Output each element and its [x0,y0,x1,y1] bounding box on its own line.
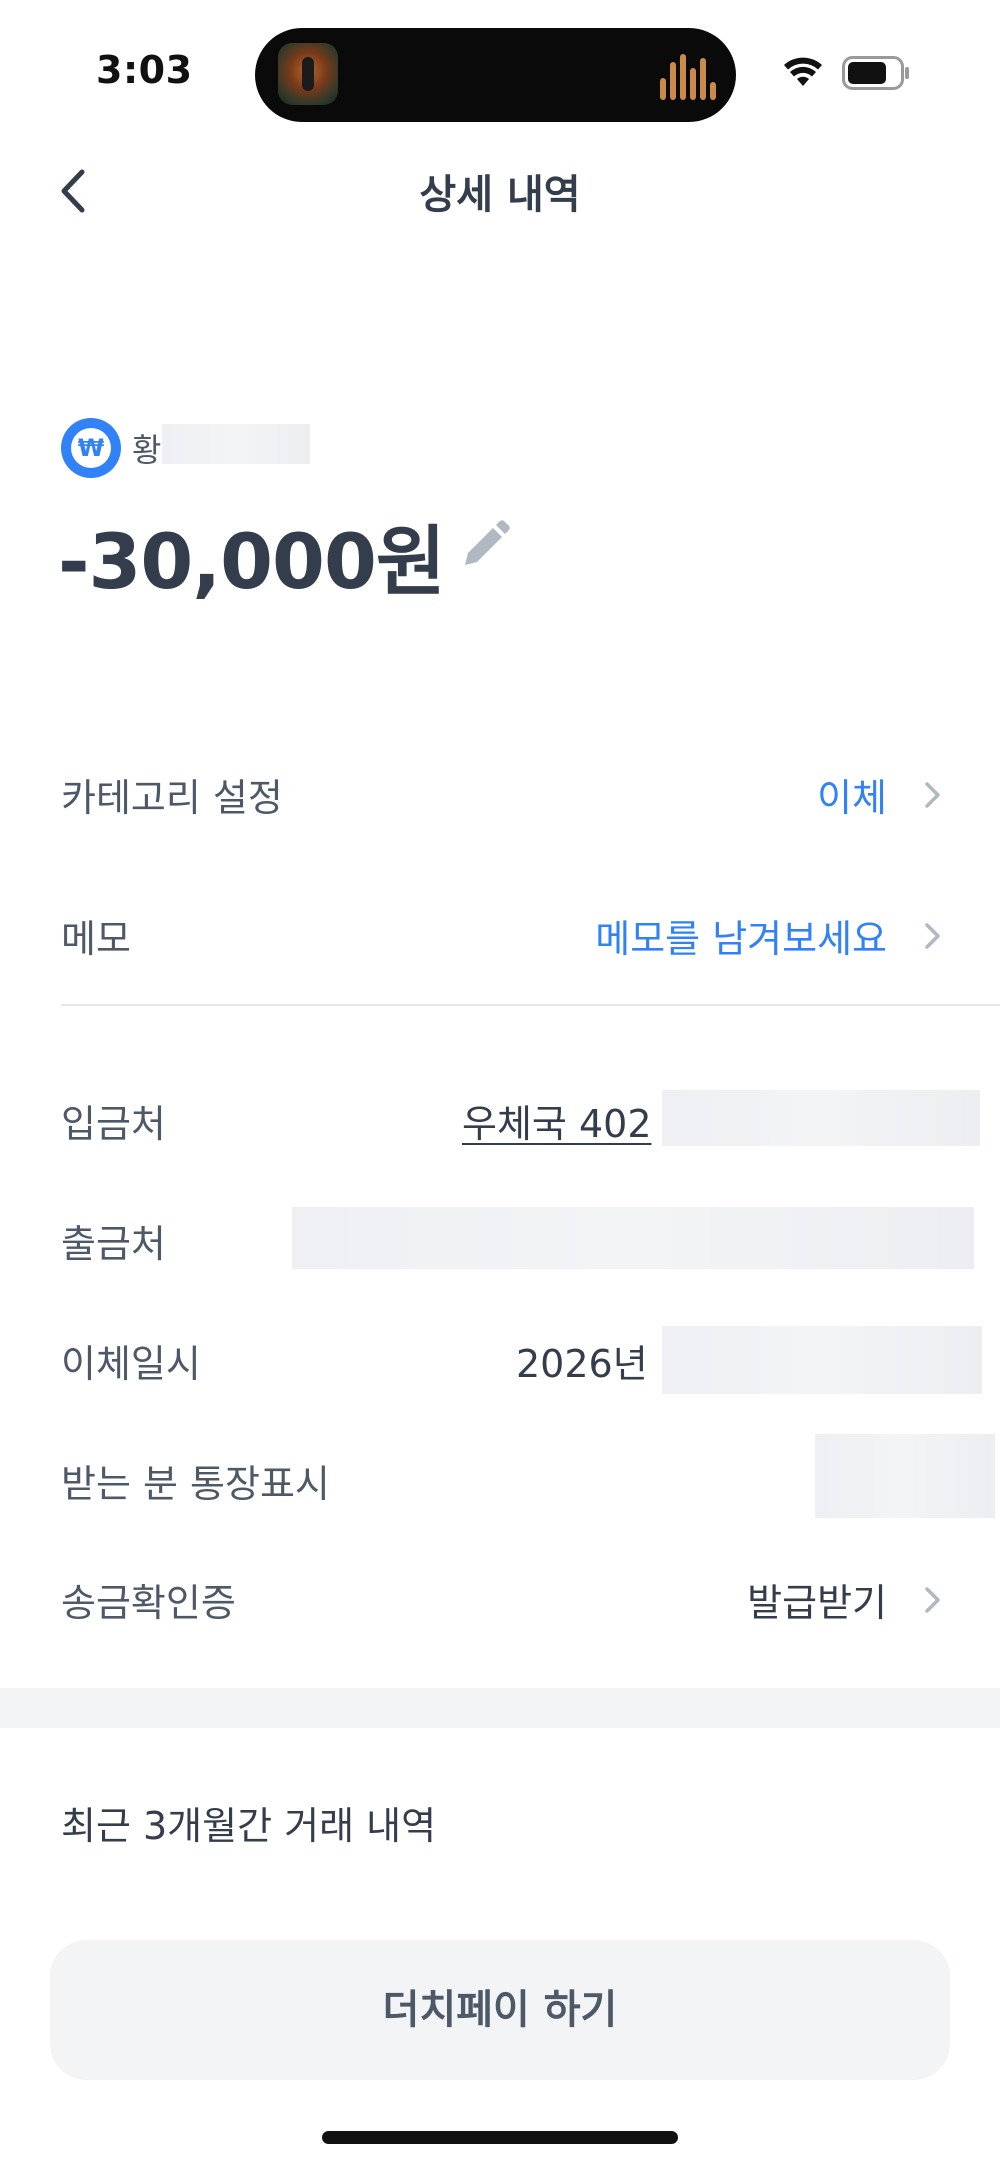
home-indicator [322,2131,678,2144]
redacted-datetime [662,1326,982,1394]
chevron-right-icon [925,782,940,808]
redacted-deposit-account [662,1090,980,1146]
dutch-pay-label: 더치페이 하기 [382,1987,618,2033]
redacted-account-name [162,424,310,464]
category-row[interactable]: 카테고리 설정 이체 [0,755,1000,835]
category-label: 카테고리 설정 [61,776,283,820]
audio-waveform-icon [660,52,716,100]
dutch-pay-button[interactable]: 더치페이 하기 [50,1940,950,2080]
redacted-withdraw-account [292,1207,974,1269]
redacted-recipient-display [815,1434,995,1518]
bank-logo-icon: ₩ [61,418,121,478]
pencil-icon[interactable] [455,515,515,575]
confirmation-label: 송금확인증 [61,1581,236,1625]
account-name: 황 [132,431,162,469]
wifi-icon [784,57,822,86]
history-title[interactable]: 최근 3개월간 거래 내역 [61,1795,436,1850]
chevron-right-icon [925,923,940,949]
category-value: 이체 [817,776,887,820]
transfer-datetime-label: 이체일시 [61,1342,201,1386]
transaction-amount: -30,000원 [58,517,446,606]
memo-label: 메모 [61,917,131,961]
memo-value: 메모를 남겨보세요 [595,917,887,961]
page-title: 상세 내역 [419,172,581,218]
confirmation-row[interactable]: 송금확인증 발급받기 [0,1560,1000,1640]
battery-icon [842,56,909,90]
deposit-to-account-link[interactable]: 우체국 402 [462,1093,652,1148]
confirmation-value: 발급받기 [747,1581,887,1625]
won-symbol: ₩ [77,434,105,462]
section-separator [0,1688,1000,1728]
recipient-display-label: 받는 분 통장표시 [61,1462,330,1506]
status-time: 3:03 [96,48,193,92]
now-playing-artwork [278,43,338,105]
memo-row[interactable]: 메모 메모를 남겨보세요 [0,896,1000,976]
divider [61,1004,1000,1006]
chevron-right-icon [925,1587,940,1613]
withdraw-from-label: 출금처 [61,1222,166,1266]
dynamic-island [255,28,736,122]
deposit-to-label: 입금처 [61,1102,166,1146]
transfer-datetime-value: 2026년 [516,1342,648,1386]
